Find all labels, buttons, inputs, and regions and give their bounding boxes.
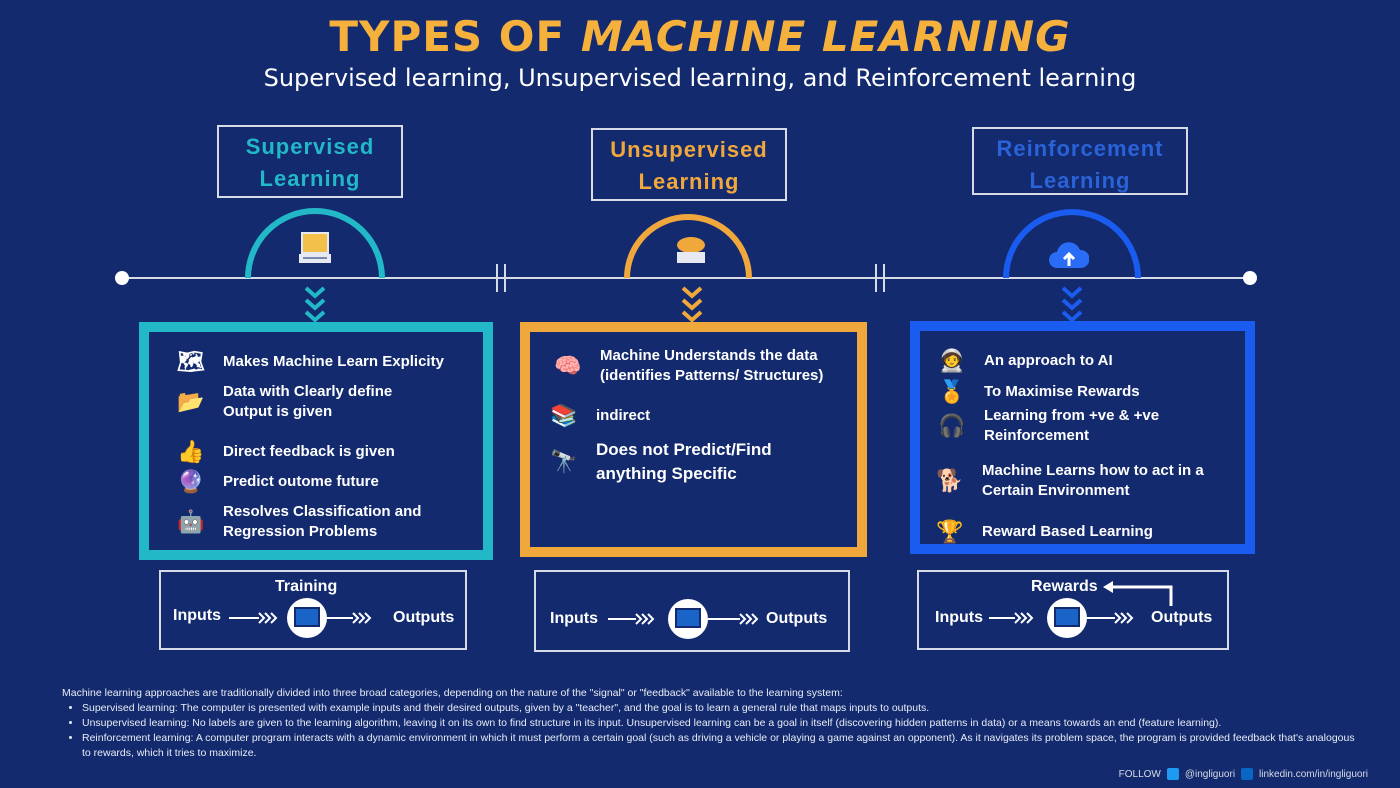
thumbs-up-icon: 👍 bbox=[177, 439, 205, 464]
list-item: Reinforcement learning: A computer progr… bbox=[82, 731, 1362, 761]
list-item: 📚 indirect bbox=[546, 400, 650, 432]
books-icon: 📚 bbox=[550, 403, 578, 428]
list-item: 🧠 Machine Understands the data (identifie… bbox=[550, 346, 823, 386]
list-item: 🏆 Reward Based Learning bbox=[932, 516, 1153, 548]
supervised-heading: Supervised Learning bbox=[217, 125, 403, 198]
robot-icon: 🤖 bbox=[177, 509, 205, 534]
reinforcement-flow: Rewards Inputs Outputs bbox=[917, 570, 1229, 650]
flow-diagram bbox=[989, 581, 1173, 638]
list-item: 📂 Data with Clearly define Output is give… bbox=[173, 382, 392, 422]
supervised-flow: Training Inputs Outputs bbox=[159, 570, 467, 650]
medal-icon: 🏅 bbox=[938, 379, 966, 404]
trophy-icon: 🏆 bbox=[936, 519, 964, 544]
unsupervised-flow: Inputs Outputs bbox=[534, 570, 850, 652]
crystal-ball-icon: 🔮 bbox=[177, 469, 205, 494]
list-item: 🧑‍🚀 An approach to AI bbox=[934, 345, 1112, 377]
brain-chip-icon: 🧠 bbox=[554, 353, 582, 378]
cloud-computer-icon bbox=[677, 237, 705, 263]
list-item: 👍 Direct feedback is given bbox=[173, 436, 394, 468]
list-item: Unsupervised learning: No labels are giv… bbox=[82, 716, 1362, 731]
flow-diagram bbox=[229, 598, 372, 638]
list-item: 🤖 Resolves Classification and Regression … bbox=[173, 502, 421, 542]
list-item: 🏅 To Maximise Rewards bbox=[934, 376, 1139, 408]
unsupervised-heading: Unsupervised Learning bbox=[591, 128, 787, 201]
list-item: 🗺 Makes Machine Learn Explicity bbox=[173, 346, 444, 378]
robot-dog-icon: 🐕 bbox=[936, 468, 964, 493]
follow-bar: FOLLOW @ingliguori linkedin.com/in/ingli… bbox=[1119, 768, 1368, 780]
footer-intro: Machine learning approaches are traditio… bbox=[62, 687, 843, 699]
list-item: 🔭 Does not Predict/Find anything Specifi… bbox=[546, 438, 771, 486]
astronaut-icon: 🧑‍🚀 bbox=[938, 348, 966, 373]
flow-diagram bbox=[608, 599, 759, 639]
reinforcement-heading: Reinforcement Learning bbox=[972, 127, 1188, 195]
list-item: 🎧 Learning from +ve & +ve Reinforcement bbox=[934, 406, 1159, 446]
laptop-icon bbox=[299, 232, 331, 263]
folder-icon: 📂 bbox=[177, 389, 205, 414]
linkedin-icon bbox=[1241, 768, 1254, 780]
list-item: 🔮 Predict outome future bbox=[173, 466, 379, 498]
twitter-icon bbox=[1166, 768, 1179, 780]
footer-description: Machine learning approaches are traditio… bbox=[62, 686, 1362, 761]
twitter-link[interactable]: @ingliguori bbox=[1185, 769, 1235, 780]
unsupervised-panel: 🧠 Machine Understands the data (identifie… bbox=[520, 322, 867, 557]
list-item: 🐕 Machine Learns how to act in a Certain … bbox=[932, 461, 1203, 501]
linkedin-link[interactable]: linkedin.com/in/ingliguori bbox=[1259, 769, 1368, 780]
reinforcement-panel: 🧑‍🚀 An approach to AI 🏅 To Maximise Rewa… bbox=[910, 321, 1255, 554]
binoculars-icon: 🔭 bbox=[550, 449, 578, 474]
hand-pointer-icon: 🗺 bbox=[177, 349, 205, 374]
cloud-upload-icon bbox=[1049, 242, 1089, 268]
list-item: Supervised learning: The computer is pre… bbox=[82, 701, 1362, 716]
follow-label: FOLLOW bbox=[1118, 768, 1161, 780]
headset-icon: 🎧 bbox=[938, 413, 966, 438]
supervised-panel: 🗺 Makes Machine Learn Explicity 📂 Data w… bbox=[139, 322, 493, 560]
footer-bullets: Supervised learning: The computer is pre… bbox=[62, 701, 1362, 761]
